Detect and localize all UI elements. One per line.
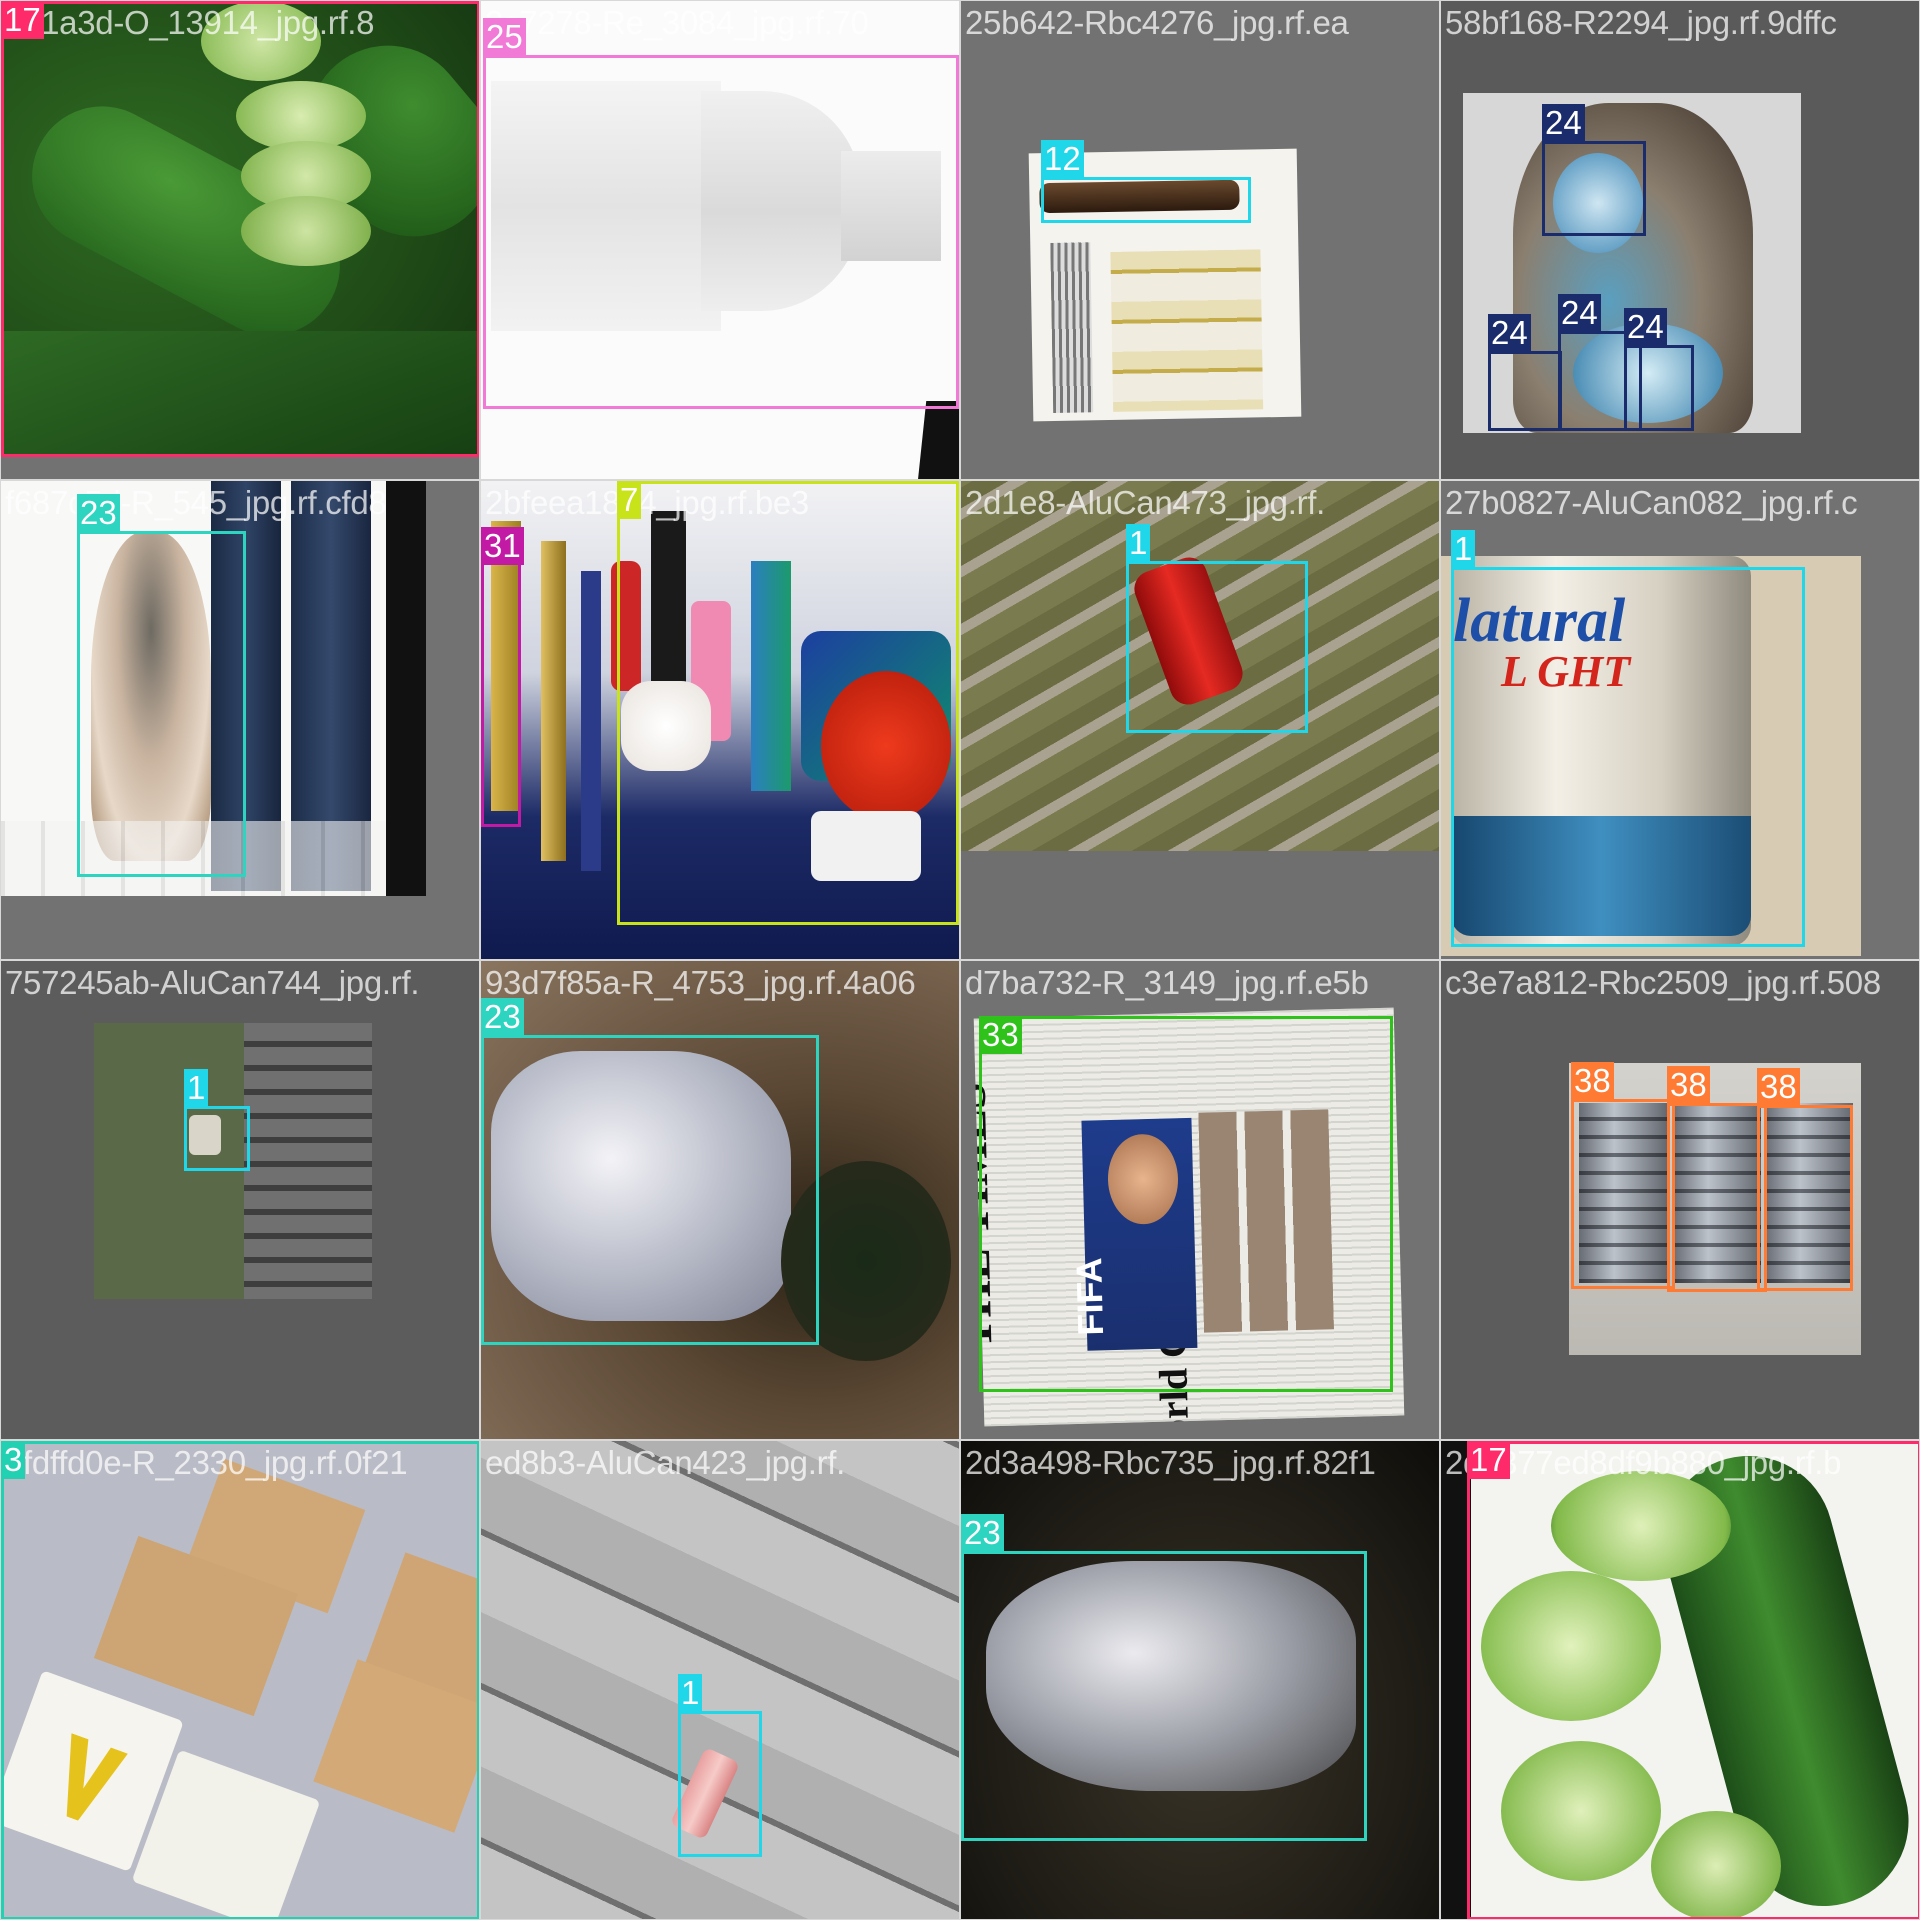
- bounding-box: 23: [77, 494, 246, 877]
- class-label: 23: [481, 998, 524, 1036]
- tile-plastic-bag-jeans: f687c5d-R_545_jpg.rf.cfd8 23: [0, 480, 480, 960]
- class-label: 24: [1542, 104, 1585, 142]
- class-label: 17: [1467, 1441, 1510, 1479]
- bounding-box: 38: [1757, 1068, 1853, 1291]
- class-label: 1: [678, 1674, 703, 1712]
- bounding-box: 1: [1451, 530, 1805, 947]
- tile-small-can: 757245ab-AluCan744_jpg.rf. 1: [0, 960, 480, 1440]
- bounding-box: 1: [184, 1069, 250, 1171]
- class-label: 1: [184, 1069, 209, 1107]
- class-label: 1: [1126, 524, 1151, 562]
- class-label: 38: [1757, 1068, 1800, 1106]
- bounding-box: 3: [1, 1441, 479, 1919]
- class-label: 33: [979, 1016, 1022, 1054]
- bounding-box: 25: [483, 18, 959, 409]
- bounding-box: 38: [1571, 1062, 1675, 1289]
- tile-filename: 27b0827-AluCan082_jpg.rf.c: [1445, 484, 1858, 521]
- bounding-box: 1: [1126, 524, 1308, 733]
- class-label: 31: [481, 527, 524, 565]
- tile-filename: 757245ab-AluCan744_jpg.rf.: [5, 964, 420, 1001]
- bounding-box: 24: [1542, 104, 1646, 236]
- tile-filename: d7ba732-R_3149_jpg.rf.e5b: [965, 964, 1369, 1001]
- class-label: 24: [1624, 308, 1667, 346]
- tile-plastic-bag-blue: 58bf168-R2294_jpg.rf.9dffc 24 24 24 24: [1440, 0, 1920, 480]
- bounding-box: 17: [1467, 1441, 1919, 1919]
- class-label: 25: [483, 18, 526, 56]
- bounding-box: 23: [481, 998, 819, 1345]
- bounding-box: 7: [617, 481, 959, 925]
- class-label: 17: [1, 1, 44, 39]
- bounding-box: 38: [1667, 1066, 1767, 1292]
- class-label: 1: [1451, 530, 1476, 568]
- class-label: 38: [1571, 1062, 1614, 1100]
- class-label: 24: [1558, 294, 1601, 332]
- tile-filename: 2d3a498-Rbc735_jpg.rf.82f1: [965, 1444, 1376, 1481]
- bounding-box: 23: [961, 1514, 1367, 1841]
- tile-cucumbers-sliced: 2d1a3d-O_13914_jpg.rf.8 17: [0, 0, 480, 480]
- tile-plastic-film: 2d3a498-Rbc735_jpg.rf.82f1 23: [960, 1440, 1440, 1920]
- tile-tin-cans: c3e7a812-Rbc2509_jpg.rf.508 38 38 38: [1440, 960, 1920, 1440]
- tile-crushed-can: ed8b3-AluCan423_jpg.rf. 1: [480, 1440, 960, 1920]
- class-label: 7: [617, 481, 642, 519]
- tile-mixed-plastics: 2bfeea1814_jpg.rf.be3 31 7: [480, 480, 960, 960]
- tile-red-can: 2d1e8-AluCan473_jpg.rf. 1: [960, 480, 1440, 960]
- tile-newspaper: THE TIMES World Cup of fraud FIFA d7ba73…: [960, 960, 1440, 1440]
- bounding-box: 12: [1041, 140, 1251, 223]
- tile-filename: 58bf168-R2294_jpg.rf.9dffc: [1445, 4, 1837, 41]
- bounding-box: 31: [481, 527, 524, 827]
- tile-plastic-bottle: 2c7278-Re_3084_jpg.rf.70 25: [480, 0, 960, 480]
- tile-beer-can: latural L GHT 27b0827-AluCan082_jpg.rf.c…: [1440, 480, 1920, 960]
- class-label: 3: [1, 1441, 26, 1479]
- tile-filename: ed8b3-AluCan423_jpg.rf.: [485, 1444, 846, 1481]
- tile-cucumbers-plate: 2d6377ed8df9b880_jpg.rf.b 17: [1440, 1440, 1920, 1920]
- class-label: 38: [1667, 1066, 1710, 1104]
- tile-filename: 93d7f85a-R_4753_jpg.rf.4a06: [485, 964, 916, 1001]
- bounding-box: 24: [1488, 314, 1562, 431]
- mosaic-grid: 2d1a3d-O_13914_jpg.rf.8 17 2c7278-Re_308…: [0, 0, 1920, 1920]
- class-label: 23: [77, 494, 120, 532]
- tile-brown-bottle: 25b642-Rbc4276_jpg.rf.ea 12: [960, 0, 1440, 480]
- tile-plastic-bag-soil: 93d7f85a-R_4753_jpg.rf.4a06 23: [480, 960, 960, 1440]
- bounding-box: 1: [678, 1674, 762, 1857]
- tile-filename: 25b642-Rbc4276_jpg.rf.ea: [965, 4, 1349, 41]
- class-label: 12: [1041, 140, 1084, 178]
- tile-cardboard: 8fdffd0e-R_2330_jpg.rf.0f21 3: [0, 1440, 480, 1920]
- class-label: 24: [1488, 314, 1531, 352]
- tile-filename: c3e7a812-Rbc2509_jpg.rf.508: [1445, 964, 1881, 1001]
- tile-filename: 2c7278-Re_3084_jpg.rf.70: [485, 4, 869, 41]
- class-label: 23: [961, 1514, 1004, 1552]
- bounding-box: 17: [1, 1, 479, 457]
- tile-filename: 2d1e8-AluCan473_jpg.rf.: [965, 484, 1326, 521]
- tile-filename: f687c5d-R_545_jpg.rf.cfd8: [5, 484, 387, 521]
- bounding-box: 24: [1624, 308, 1694, 431]
- bounding-box: 33: [979, 1016, 1393, 1392]
